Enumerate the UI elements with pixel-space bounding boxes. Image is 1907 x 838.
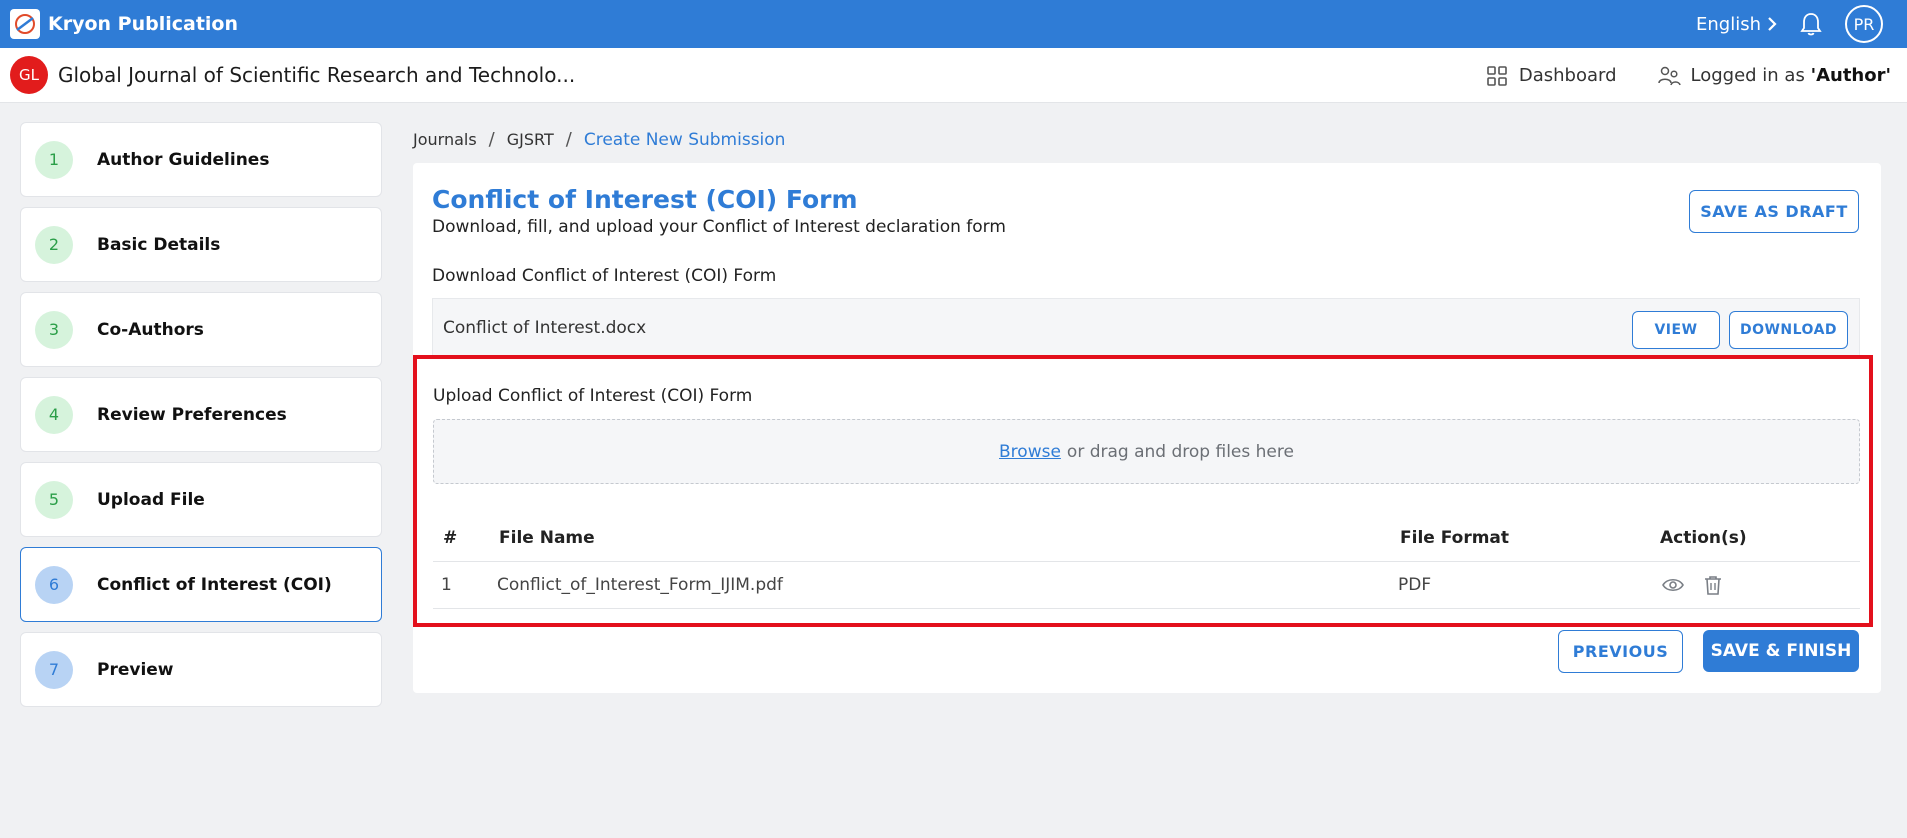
step-review-preferences[interactable]: 4 Review Preferences — [20, 377, 382, 452]
step-author-guidelines[interactable]: 1 Author Guidelines — [20, 122, 382, 197]
col-header-actions: Action(s) — [1660, 528, 1747, 548]
user-initials: PR — [1853, 14, 1875, 34]
step-co-authors[interactable]: 3 Co-Authors — [20, 292, 382, 367]
logged-in-text: Logged in as 'Author' — [1691, 65, 1892, 86]
step-label: Preview — [97, 659, 174, 680]
table-divider — [433, 561, 1860, 562]
col-header-number: # — [443, 528, 458, 548]
top-navbar: Kryon Publication English PR — [0, 0, 1907, 48]
row-number: 1 — [441, 575, 452, 595]
step-upload-file[interactable]: 5 Upload File — [20, 462, 382, 537]
breadcrumb: Journals / GJSRT / Create New Submission — [413, 129, 785, 150]
breadcrumb-current: Create New Submission — [583, 129, 786, 150]
step-label: Author Guidelines — [97, 149, 270, 170]
form-title: Conflict of Interest (COI) Form — [432, 185, 858, 214]
journal-badge: GL — [10, 56, 48, 94]
download-section-label: Download Conflict of Interest (COI) Form — [432, 266, 777, 286]
step-basic-details[interactable]: 2 Basic Details — [20, 207, 382, 282]
col-header-file-format: File Format — [1400, 528, 1510, 548]
chevron-right-icon — [1768, 17, 1777, 31]
template-file-name: Conflict of Interest.docx — [443, 318, 647, 338]
step-number: 4 — [35, 395, 73, 434]
step-number: 7 — [35, 650, 73, 689]
previous-button[interactable]: PREVIOUS — [1558, 630, 1683, 673]
breadcrumb-journal[interactable]: GJSRT — [507, 130, 554, 149]
dashboard-grid-icon — [1487, 65, 1507, 86]
view-button[interactable]: VIEW — [1632, 311, 1720, 349]
step-label: Basic Details — [97, 234, 221, 255]
step-number: 3 — [35, 310, 73, 349]
row-file-format: PDF — [1398, 575, 1432, 595]
breadcrumb-journals[interactable]: Journals — [413, 130, 477, 149]
step-label: Upload File — [97, 489, 205, 510]
journal-header: GL Global Journal of Scientific Research… — [0, 48, 1907, 103]
step-preview[interactable]: 7 Preview — [20, 632, 382, 707]
step-label: Conflict of Interest (COI) — [97, 574, 332, 595]
row-actions — [1662, 575, 1722, 600]
step-label: Review Preferences — [97, 404, 287, 425]
breadcrumb-separator: / — [488, 129, 495, 150]
trash-icon[interactable] — [1704, 575, 1722, 600]
table-divider — [433, 608, 1860, 609]
drop-hint: or drag and drop files here — [1066, 441, 1294, 462]
save-as-draft-button[interactable]: SAVE AS DRAFT — [1689, 190, 1859, 233]
submission-steps: 1 Author Guidelines 2 Basic Details 3 Co… — [20, 122, 382, 717]
language-selector[interactable]: English — [1696, 14, 1777, 35]
logged-in-status: Logged in as 'Author' — [1657, 65, 1892, 87]
step-conflict-of-interest[interactable]: 6 Conflict of Interest (COI) — [20, 547, 382, 622]
step-number: 5 — [35, 480, 73, 519]
kryon-logo-icon — [10, 9, 40, 39]
save-and-finish-button[interactable]: SAVE & FINISH — [1703, 630, 1859, 672]
browse-link[interactable]: Browse — [999, 442, 1061, 462]
dashboard-label: Dashboard — [1518, 65, 1617, 86]
brand-name: Kryon Publication — [48, 13, 239, 35]
form-subtitle: Download, fill, and upload your Conflict… — [432, 217, 1006, 237]
upload-section-label: Upload Conflict of Interest (COI) Form — [433, 386, 753, 406]
logged-in-role: 'Author' — [1810, 65, 1891, 86]
step-number: 2 — [35, 225, 73, 264]
eye-icon[interactable] — [1662, 575, 1684, 600]
user-avatar[interactable]: PR — [1845, 5, 1883, 43]
step-label: Co-Authors — [97, 319, 204, 340]
download-button[interactable]: DOWNLOAD — [1729, 311, 1848, 349]
language-label: English — [1696, 13, 1761, 35]
step-number: 6 — [35, 565, 73, 604]
notification-bell-icon[interactable] — [1799, 11, 1823, 37]
col-header-file-name: File Name — [499, 528, 595, 548]
row-file-name: Conflict_of_Interest_Form_IJIM.pdf — [497, 575, 783, 595]
breadcrumb-separator: / — [565, 129, 572, 150]
users-switch-icon — [1657, 66, 1681, 85]
journal-title: Global Journal of Scientific Research an… — [58, 63, 576, 87]
step-number: 1 — [35, 140, 73, 179]
logged-in-prefix: Logged in as — [1690, 65, 1811, 86]
file-dropzone[interactable]: Browse or drag and drop files here — [433, 419, 1860, 484]
dashboard-link[interactable]: Dashboard — [1487, 65, 1617, 86]
